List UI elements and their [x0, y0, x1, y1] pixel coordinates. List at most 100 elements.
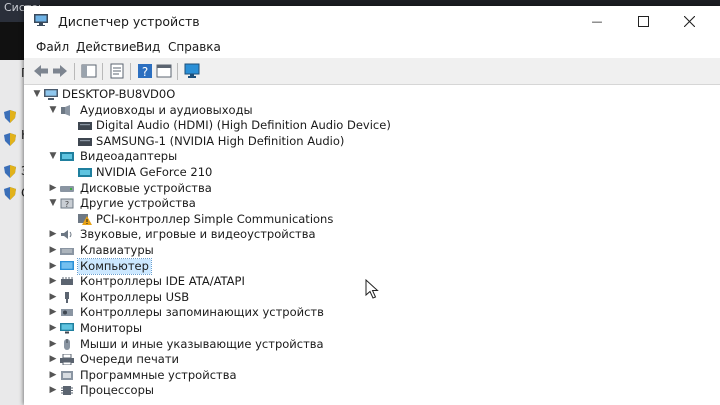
chevron-right-icon[interactable]: ▶	[48, 290, 58, 305]
back-arrow-icon[interactable]	[32, 62, 50, 80]
toolbar-separator	[130, 63, 131, 80]
device-label: NVIDIA GeForce 210	[96, 165, 213, 179]
toolbar-separator	[74, 63, 75, 80]
action-window-icon[interactable]	[155, 62, 173, 80]
monitor-icon	[60, 323, 74, 334]
close-button[interactable]	[666, 6, 712, 36]
device-manager-icon	[34, 14, 48, 26]
category-label: Мониторы	[80, 321, 143, 335]
properties-icon[interactable]	[108, 62, 126, 80]
shield-icon	[4, 133, 16, 146]
chevron-right-icon[interactable]: ▶	[48, 243, 58, 258]
tree-category[interactable]: ▶ Очереди печати	[24, 352, 720, 368]
computer-icon	[44, 89, 58, 100]
chevron-right-icon[interactable]: ▶	[48, 181, 58, 196]
category-label: Звуковые, игровые и видеоустройства	[80, 227, 316, 242]
minimize-button[interactable]: —	[574, 6, 620, 36]
storage-controller-icon	[61, 309, 73, 317]
chevron-right-icon[interactable]: ▶	[48, 337, 58, 352]
menu-action[interactable]: Действие	[76, 40, 136, 54]
disk-drive-icon	[60, 185, 74, 192]
tree-category[interactable]: ▶ Мониторы	[24, 321, 720, 337]
tree-category[interactable]: ▶ Компьютер	[24, 257, 720, 275]
category-label: Клавиатуры	[80, 243, 154, 257]
chevron-right-icon[interactable]: ▶	[48, 383, 58, 398]
tree-category[interactable]: ▶ Звуковые, игровые и видеоустройства	[24, 227, 720, 243]
device-item[interactable]: NVIDIA GeForce 210	[24, 165, 720, 181]
device-item[interactable]: Digital Audio (HDMI) (High Definition Au…	[24, 118, 720, 134]
chevron-right-icon[interactable]: ▶	[48, 321, 58, 336]
chevron-down-icon[interactable]: ▼	[48, 196, 58, 211]
chevron-right-icon[interactable]: ▶	[48, 305, 58, 320]
chevron-down-icon[interactable]: ▼	[32, 87, 42, 102]
menu-bar: Файл Действие Вид Справка	[24, 36, 720, 58]
category-label: Мыши и иные указывающие устройства	[80, 336, 324, 351]
avito-logo-icon	[602, 371, 628, 393]
device-item[interactable]: SAMSUNG-1 (NVIDIA High Definition Audio)	[24, 134, 720, 150]
chevron-down-icon[interactable]: ▼	[48, 149, 58, 164]
close-icon	[683, 15, 695, 27]
mouse-cursor-icon	[365, 279, 379, 299]
category-label: Аудиовходы и аудиовыходы	[80, 102, 253, 117]
shield-icon	[4, 110, 16, 123]
tree-category[interactable]: ▶ Дисковые устройства	[24, 181, 720, 197]
title-bar[interactable]: Диспетчер устройств —	[24, 6, 720, 36]
warning-device-icon	[78, 213, 92, 225]
audio-device-icon	[78, 137, 92, 146]
cpu-icon	[61, 386, 73, 396]
svg-text:?: ?	[142, 65, 148, 79]
audio-device-icon	[78, 122, 92, 131]
scan-hardware-icon[interactable]	[183, 62, 201, 80]
chevron-right-icon[interactable]: ▶	[48, 368, 58, 383]
watermark-text: Avito	[633, 368, 706, 397]
tree-category[interactable]: ▶ Клавиатуры	[24, 243, 720, 259]
chevron-down-icon[interactable]: ▼	[48, 103, 58, 118]
device-tree: ▼ DESKTOP-BU8VD0O ▼ Аудиовходы и аудиовы…	[24, 85, 720, 405]
category-label: Контроллеры IDE ATA/ATAPI	[80, 274, 245, 289]
device-label: Digital Audio (HDMI) (High Definition Au…	[96, 118, 391, 133]
tree-category[interactable]: ▶ Мыши и иные указывающие устройства	[24, 337, 720, 353]
computer-name: DESKTOP-BU8VD0O	[62, 87, 176, 101]
other-devices-icon: ?	[60, 198, 74, 209]
software-device-icon	[61, 370, 73, 380]
chevron-right-icon[interactable]: ▶	[48, 259, 58, 274]
usb-icon	[65, 291, 69, 303]
show-hide-tree-icon[interactable]	[80, 62, 98, 80]
forward-arrow-icon[interactable]	[51, 62, 69, 80]
category-label: Контроллеры USB	[80, 289, 190, 304]
tree-category[interactable]: ▼ Видеоадаптеры	[24, 149, 720, 165]
maximize-icon	[637, 15, 649, 27]
category-label: Процессоры	[80, 383, 154, 398]
audio-io-icon	[61, 104, 70, 116]
tree-category[interactable]: ▶ Контроллеры запоминающих устройств	[24, 305, 720, 321]
toolbar-separator	[177, 63, 178, 80]
menu-file[interactable]: Файл	[36, 40, 69, 54]
help-icon[interactable]: ?	[136, 62, 154, 80]
ide-controller-icon	[61, 277, 73, 286]
category-label: Дисковые устройства	[80, 180, 212, 195]
category-label: Программные устройства	[80, 367, 237, 382]
device-item[interactable]: PCI-контроллер Simple Communications	[24, 212, 720, 228]
toolbar-separator	[102, 63, 103, 80]
device-label: SAMSUNG-1 (NVIDIA High Definition Audio)	[96, 133, 345, 148]
toolbar: ?	[24, 58, 720, 85]
tree-root[interactable]: ▼ DESKTOP-BU8VD0O	[24, 87, 720, 103]
menu-view[interactable]: Вид	[136, 40, 160, 54]
maximize-button[interactable]	[620, 6, 666, 36]
category-label: Контроллеры запоминающих устройств	[80, 305, 324, 320]
device-manager-window: Диспетчер устройств — Файл Действие Вид …	[24, 6, 720, 405]
chevron-right-icon[interactable]: ▶	[48, 352, 58, 367]
tree-category[interactable]: ▼ Аудиовходы и аудиовыходы	[24, 103, 720, 119]
tree-category[interactable]: ▼ ? Другие устройства	[24, 196, 720, 212]
mouse-icon	[64, 338, 70, 350]
printer-icon	[60, 354, 74, 366]
chevron-right-icon[interactable]: ▶	[48, 274, 58, 289]
watermark: Avito	[600, 368, 706, 397]
menu-help[interactable]: Справка	[168, 40, 221, 54]
window-title: Диспетчер устройств	[58, 14, 200, 29]
chevron-right-icon[interactable]: ▶	[48, 227, 58, 242]
category-label: Другие устройства	[80, 196, 196, 211]
shield-icon	[4, 187, 16, 200]
keyboard-icon	[60, 248, 74, 255]
computer-icon	[60, 260, 74, 270]
